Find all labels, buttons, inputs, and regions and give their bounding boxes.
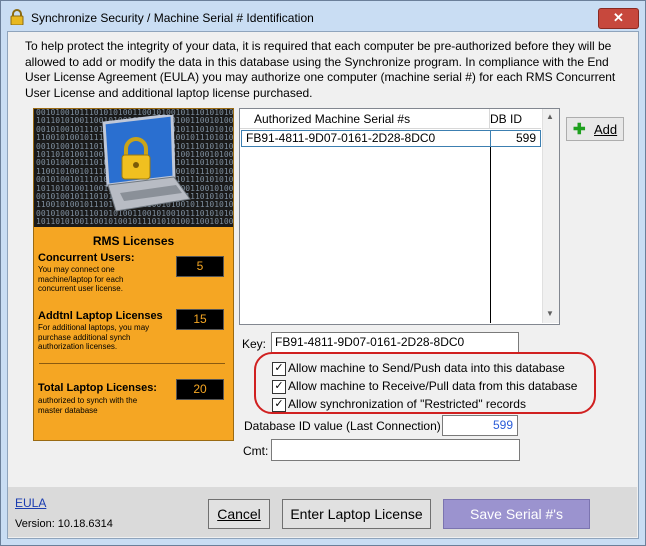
laptop-licenses-label: Addtnl Laptop Licenses	[38, 310, 163, 322]
total-licenses-value: 20	[176, 379, 224, 400]
restricted-sync-checkbox[interactable]: ✓	[272, 398, 286, 412]
concurrent-users-label: Concurrent Users:	[38, 252, 135, 264]
scroll-down-icon[interactable]: ▼	[546, 309, 554, 318]
enter-laptop-license-button[interactable]: Enter Laptop License	[282, 499, 431, 529]
column-divider	[490, 147, 491, 323]
receive-pull-label[interactable]: Allow machine to Receive/Pull data from …	[288, 379, 577, 393]
send-push-label[interactable]: Allow machine to Send/Push data into thi…	[288, 361, 565, 375]
laptop-licenses-desc: For additional laptops, you may purchase…	[38, 323, 150, 351]
laptop-icon	[102, 115, 191, 212]
plus-icon: ✚	[573, 121, 586, 138]
add-button-label: Add	[594, 122, 618, 137]
concurrent-users-desc: You may connect one machine/laptop for e…	[38, 265, 124, 293]
lock-icon	[10, 9, 24, 25]
db-id-field[interactable]: 599	[442, 415, 518, 436]
save-serials-button[interactable]: Save Serial #'s	[443, 499, 590, 529]
restricted-sync-label[interactable]: Allow synchronization of "Restricted" re…	[288, 397, 526, 411]
window-title: Synchronize Security / Machine Serial # …	[31, 11, 314, 25]
serial-grid[interactable]: Authorized Machine Serial #s DB ID FB91-…	[239, 108, 560, 325]
total-licenses-desc: authorized to synch with the master data…	[38, 396, 138, 415]
cancel-button[interactable]: Cancel	[208, 499, 270, 529]
grid-row[interactable]: FB91-4811-9D07-0161-2D28-8DC0 599	[241, 130, 541, 147]
eula-link[interactable]: EULA	[15, 496, 46, 510]
receive-pull-checkbox[interactable]: ✓	[272, 380, 286, 394]
licenses-heading: RMS Licenses	[92, 234, 175, 248]
comment-field[interactable]	[271, 439, 520, 461]
version-text: Version: 10.18.6314	[15, 518, 113, 530]
divider	[39, 363, 225, 364]
close-button[interactable]: ✕	[598, 8, 639, 29]
serial-cell[interactable]: FB91-4811-9D07-0161-2D28-8DC0	[246, 131, 435, 146]
title-bar: Synchronize Security / Machine Serial # …	[1, 1, 645, 33]
key-label: Key:	[242, 337, 267, 351]
send-push-checkbox[interactable]: ✓	[272, 362, 286, 376]
laptop-lock-image: 0010100101110101010011001010010111010101…	[34, 109, 233, 227]
scroll-up-icon[interactable]: ▲	[546, 112, 554, 121]
db-id-label: Database ID value (Last Connection)	[244, 419, 441, 433]
add-button[interactable]: ✚ Add	[566, 117, 624, 141]
total-licenses-label: Total Laptop Licenses:	[38, 382, 157, 394]
column-header-db-id[interactable]: DB ID	[490, 109, 541, 129]
column-header-serial[interactable]: Authorized Machine Serial #s	[240, 109, 490, 129]
cancel-button-label: Cancel	[217, 506, 261, 522]
grid-scrollbar[interactable]: ▲ ▼	[542, 109, 559, 323]
laptop-licenses-value: 15	[176, 309, 224, 330]
concurrent-users-value: 5	[176, 256, 224, 277]
comment-label: Cmt:	[243, 444, 269, 458]
key-field[interactable]: FB91-4811-9D07-0161-2D28-8DC0	[271, 332, 519, 353]
license-panel: 0010100101110101010011001010010111010101…	[33, 108, 234, 441]
db-id-cell[interactable]: 599	[490, 131, 538, 146]
intro-text: To help protect the integrity of your da…	[25, 39, 616, 100]
